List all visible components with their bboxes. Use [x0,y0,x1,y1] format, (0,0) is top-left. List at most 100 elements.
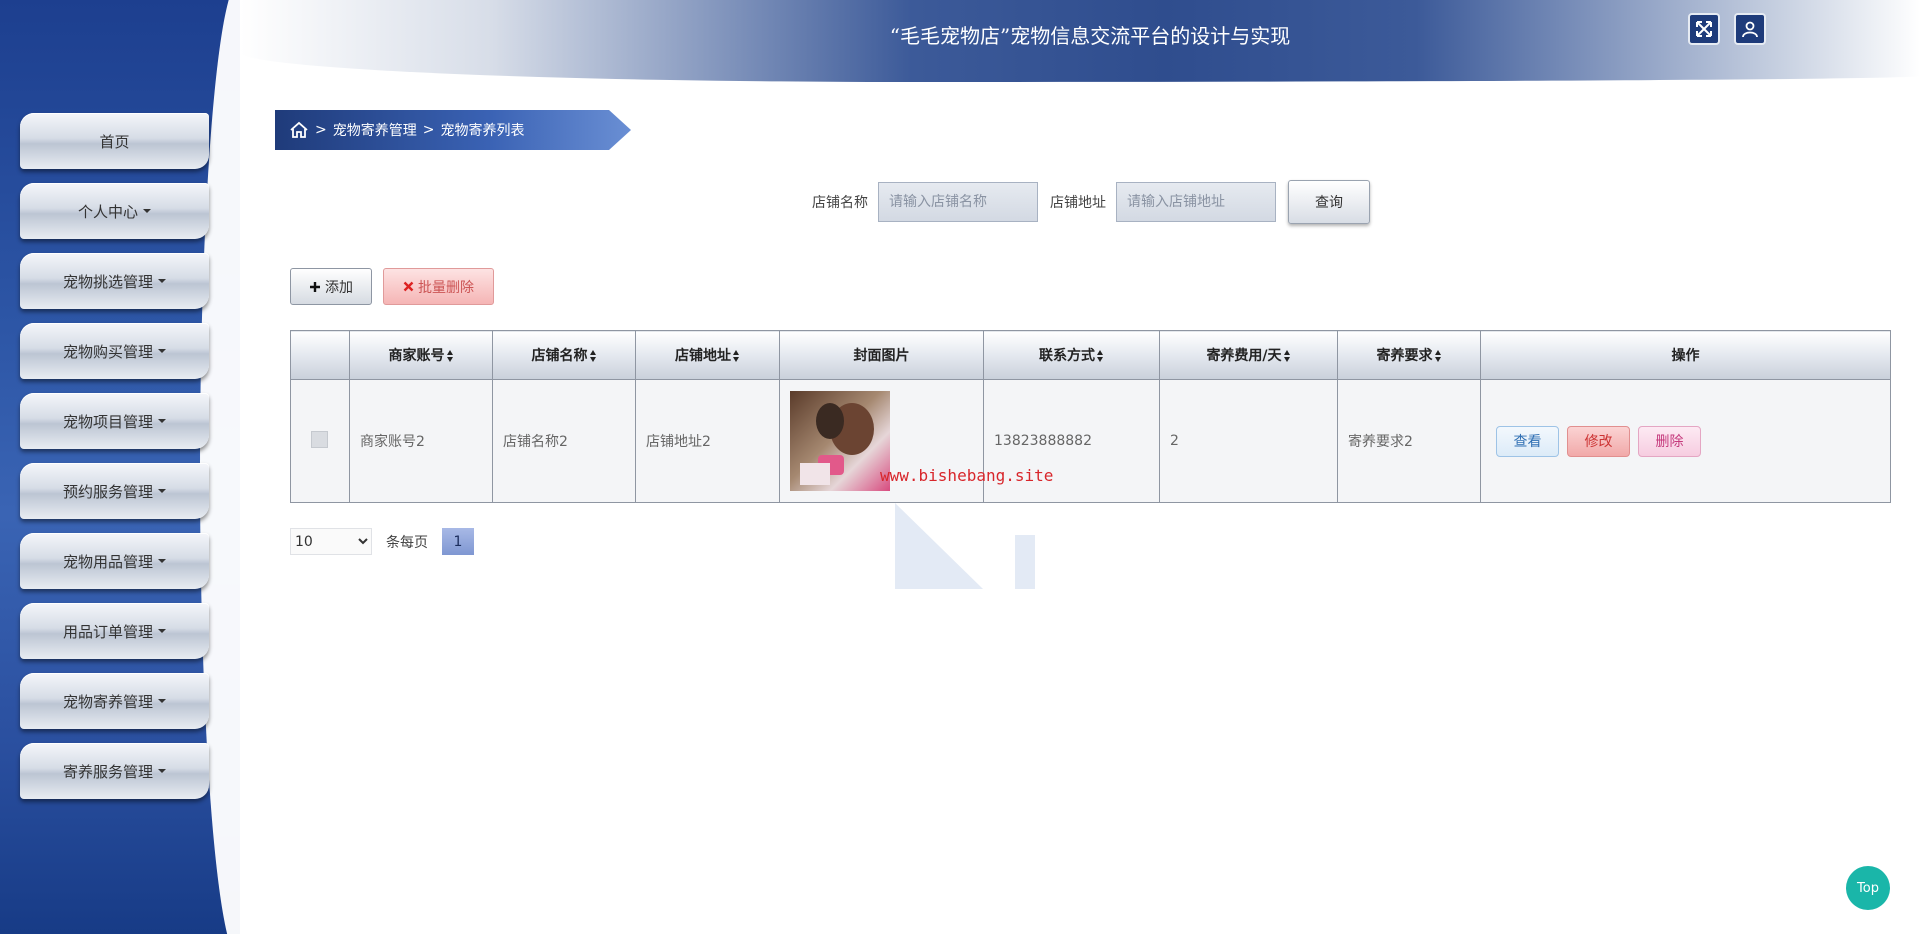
view-button[interactable]: 查看 [1496,425,1559,457]
header-shop-address[interactable]: 店铺地址 [635,330,780,380]
cell-shop-address: 店铺地址2 [635,379,780,503]
add-button-label: 添加 [325,279,353,296]
sidebar-item-label: 宠物寄养管理 [62,692,153,711]
header-cover-image: 封面图片 [779,330,984,380]
breadcrumb-level1[interactable]: 宠物寄养管理 [333,120,417,140]
sidebar-item-label: 宠物挑选管理 [62,272,153,291]
cell-merchant-account: 商家账号2 [349,379,493,503]
caret-down-icon [158,699,166,703]
breadcrumb-content: > 宠物寄养管理 > 宠物寄养列表 [289,110,524,150]
pagination: 10 条每页 1 [290,528,474,555]
header-merchant-account[interactable]: 商家账号 [349,330,493,380]
header-requirements[interactable]: 寄养要求 [1337,330,1481,380]
shop-name-input[interactable] [878,182,1038,222]
caret-down-icon [143,209,151,213]
user-button[interactable] [1734,13,1766,45]
header-operations: 操作 [1480,330,1891,380]
sidebar-item-pet-purchase[interactable]: 宠物购买管理 [20,323,209,379]
fullscreen-button[interactable] [1688,13,1720,45]
sort-icon [733,350,740,362]
delete-button[interactable]: 删除 [1638,425,1701,457]
user-icon [1742,21,1758,38]
breadcrumb-level2: 宠物寄养列表 [440,123,525,139]
search-button[interactable]: 查询 [1288,180,1370,224]
batch-delete-button[interactable]: 批量删除 [383,268,494,305]
sort-icon [1434,350,1442,362]
home-icon[interactable] [289,120,309,140]
header-contact[interactable]: 联系方式 [983,330,1160,380]
sidebar-item-label: 个人中心 [77,202,138,221]
caret-down-icon [158,769,166,773]
header-label: 商家账号 [388,348,445,364]
sort-icon [1283,350,1291,362]
sort-icon [589,350,597,362]
search-button-label: 查询 [1315,195,1343,211]
caret-down-icon [158,279,166,283]
row-select-cell [290,379,350,503]
sidebar-item-personal-center[interactable]: 个人中心 [20,183,209,239]
breadcrumb-separator: > [315,122,327,138]
fullscreen-icon [1696,21,1712,37]
sort-icon [1097,350,1104,362]
header-label: 操作 [1671,348,1700,364]
shop-address-input[interactable] [1116,182,1276,222]
breadcrumb-separator: > [422,122,435,138]
header-shop-name[interactable]: 店铺名称 [492,330,636,380]
caret-down-icon [158,629,166,633]
header-label: 店铺名称 [531,348,588,364]
edit-button[interactable]: 修改 [1567,425,1630,457]
sidebar: 首页 个人中心 宠物挑选管理 宠物购买管理 宠物项目管理 预约服务管理 宠物用品… [0,0,240,934]
sidebar-item-label: 宠物购买管理 [62,342,153,361]
cell-fee-per-day: 2 [1159,379,1338,503]
row-checkbox[interactable] [311,430,328,448]
sidebar-item-label: 预约服务管理 [62,482,153,501]
sidebar-item-label: 寄养服务管理 [62,762,153,781]
header-bar: “毛毛宠物店”宠物信息交流平台的设计与实现 [240,0,1920,82]
add-button[interactable]: 添加 [290,268,372,305]
faint-logo-decoration [895,503,1035,589]
search-form: 店铺名称 店铺地址 查询 [812,180,1370,224]
table-header-row: 商家账号 店铺名称 店铺地址 封面图片 联系方式 寄养费用/天 寄养要求 操作 [290,330,1891,380]
sidebar-item-pet-selection[interactable]: 宠物挑选管理 [20,253,209,309]
header-fee-per-day[interactable]: 寄养费用/天 [1159,330,1338,380]
pet-photo-image[interactable] [790,391,890,491]
sidebar-item-boarding-service[interactable]: 寄养服务管理 [20,743,209,799]
sidebar-item-label: 宠物用品管理 [62,552,153,571]
sidebar-item-label: 用品订单管理 [62,622,153,641]
shop-address-label: 店铺地址 [1050,195,1106,211]
cell-requirements: 寄养要求2 [1337,379,1481,503]
sidebar-item-home[interactable]: 首页 [20,113,209,169]
sidebar-menu: 首页 个人中心 宠物挑选管理 宠物购买管理 宠物项目管理 预约服务管理 宠物用品… [20,113,209,813]
page-size-select[interactable]: 10 [290,528,372,555]
action-bar: 添加 批量删除 [290,268,494,305]
plus-icon [310,281,320,292]
shop-name-label: 店铺名称 [812,195,868,211]
sidebar-item-supply-orders[interactable]: 用品订单管理 [20,603,209,659]
header-label: 店铺地址 [675,348,731,364]
sort-icon [446,350,454,362]
table-row: 商家账号2 店铺名称2 店铺地址2 13823888882 2 寄养要求2 查看… [290,379,1891,503]
cell-shop-name: 店铺名称2 [492,379,636,503]
back-to-top-button[interactable]: Top [1846,866,1890,910]
per-page-label: 条每页 [386,534,428,551]
close-icon [403,281,414,292]
sidebar-item-pet-boarding[interactable]: 宠物寄养管理 [20,673,209,729]
breadcrumb: > 宠物寄养管理 > 宠物寄养列表 [275,110,631,150]
header-label: 联系方式 [1039,348,1095,364]
caret-down-icon [158,559,166,563]
sidebar-item-label: 宠物项目管理 [62,412,153,431]
header-select-all[interactable] [290,330,350,380]
batch-delete-label: 批量删除 [418,279,474,296]
sidebar-item-pet-supplies[interactable]: 宠物用品管理 [20,533,209,589]
header-label: 寄养费用/天 [1206,348,1282,364]
cell-operations: 查看 修改 删除 [1480,379,1891,503]
watermark-text: www.bishebang.site [880,466,1054,485]
caret-down-icon [158,419,166,423]
sidebar-item-pet-project[interactable]: 宠物项目管理 [20,393,209,449]
sidebar-item-label: 首页 [99,132,130,151]
page-number-current[interactable]: 1 [442,528,474,555]
header-label: 封面图片 [853,348,910,364]
header-label: 寄养要求 [1376,348,1433,364]
caret-down-icon [158,489,166,493]
sidebar-item-appointment[interactable]: 预约服务管理 [20,463,209,519]
